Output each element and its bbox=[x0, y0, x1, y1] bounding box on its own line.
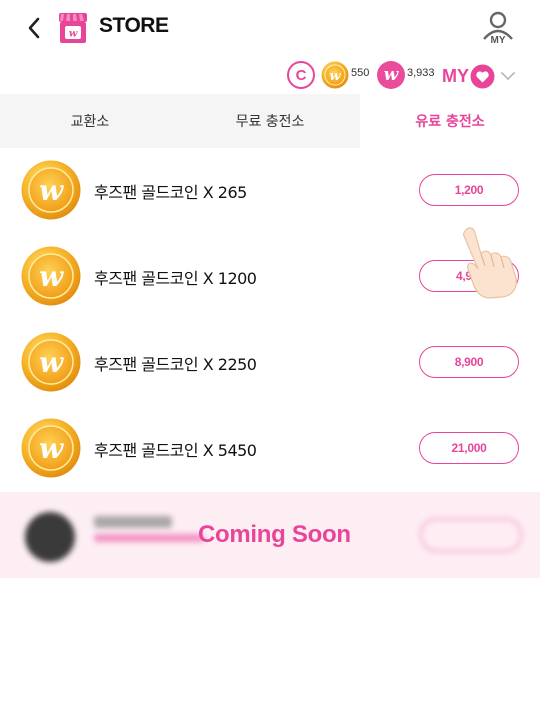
svg-text:w: w bbox=[329, 69, 341, 84]
blurred-price-button bbox=[420, 518, 522, 552]
gold-coin-icon: w bbox=[21, 246, 81, 306]
product-row: w 후즈팬 골드코인 X 2250 8,900 bbox=[0, 320, 540, 406]
price-button[interactable]: 21,000 bbox=[419, 432, 519, 464]
tap-hand-icon bbox=[463, 227, 517, 299]
svg-text:w: w bbox=[39, 346, 64, 379]
svg-text:w: w bbox=[39, 260, 64, 293]
back-button[interactable] bbox=[20, 12, 48, 44]
price-button[interactable]: 8,900 bbox=[419, 346, 519, 378]
gold-coin-balance: 550 bbox=[351, 67, 370, 79]
tab-paid-charge[interactable]: 유료 충전소 bbox=[360, 94, 540, 148]
blurred-title bbox=[94, 516, 172, 528]
blurred-avatar bbox=[25, 512, 75, 562]
tab-free-charge[interactable]: 무료 충전소 bbox=[180, 94, 360, 148]
product-name: 후즈팬 골드코인 X 5450 bbox=[94, 441, 257, 460]
page-title: STORE bbox=[99, 14, 169, 37]
coming-soon-row: Coming Soon bbox=[0, 492, 540, 578]
price-button[interactable]: 1,200 bbox=[419, 174, 519, 206]
my-love-dropdown[interactable]: MY bbox=[442, 64, 517, 88]
store-icon: w bbox=[59, 13, 87, 43]
product-name: 후즈팬 골드코인 X 2250 bbox=[94, 355, 257, 374]
gold-coin-icon: w bbox=[21, 418, 81, 478]
store-tabs: 교환소 무료 충전소 유료 충전소 bbox=[0, 94, 540, 148]
tab-exchange[interactable]: 교환소 bbox=[0, 94, 180, 148]
product-row: w 후즈팬 골드코인 X 5450 21,000 bbox=[0, 406, 540, 492]
product-name: 후즈팬 골드코인 X 1200 bbox=[94, 269, 257, 288]
w-point-balance: 3,933 bbox=[407, 67, 435, 79]
chevron-left-icon bbox=[28, 17, 40, 39]
product-name: 후즈팬 골드코인 X 265 bbox=[94, 183, 247, 202]
charge-c-icon[interactable]: C bbox=[287, 61, 315, 89]
svg-text:w: w bbox=[69, 29, 78, 40]
svg-text:w: w bbox=[39, 174, 64, 207]
my-love-label: MY bbox=[442, 65, 469, 86]
product-row: w 후즈팬 골드코인 X 265 1,200 bbox=[0, 148, 540, 234]
currency-bar: C w 550 w 3,933 MY bbox=[0, 56, 540, 94]
chevron-down-icon bbox=[501, 72, 515, 81]
header: w STORE MY bbox=[0, 0, 540, 56]
svg-text:w: w bbox=[39, 432, 64, 465]
gold-coin-icon: w bbox=[21, 160, 81, 220]
my-page-button[interactable]: MY bbox=[480, 8, 516, 48]
my-label: MY bbox=[490, 35, 506, 46]
w-point-icon: w bbox=[377, 61, 405, 89]
gold-coin-icon: w bbox=[21, 332, 81, 392]
blurred-subtitle bbox=[94, 534, 204, 542]
coming-soon-label: Coming Soon bbox=[198, 521, 351, 548]
gold-coin-icon: w bbox=[321, 61, 349, 89]
heart-icon bbox=[470, 64, 495, 88]
